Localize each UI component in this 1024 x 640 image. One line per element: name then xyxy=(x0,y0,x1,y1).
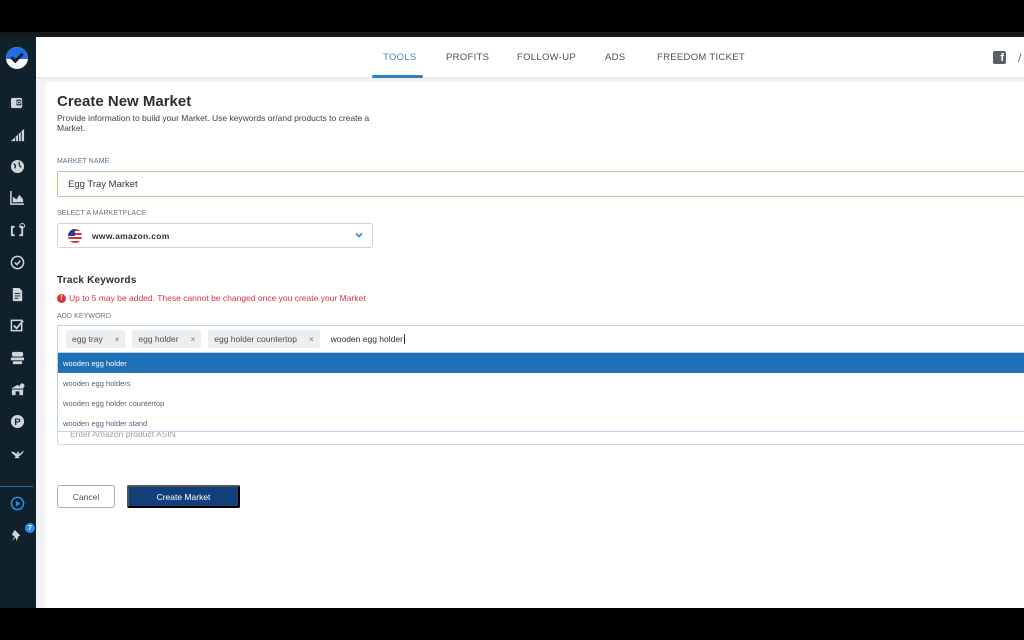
tab-freedom-ticket[interactable]: FREEDOM TICKET xyxy=(657,52,745,63)
tab-follow-up[interactable]: FOLLOW-UP xyxy=(517,52,576,63)
p-circle-icon[interactable]: P xyxy=(9,413,26,430)
create-market-card: Create New Market Provide information to… xyxy=(45,82,1024,608)
keyword-text-input[interactable]: wooden egg holder xyxy=(331,334,405,344)
suggestion-item[interactable]: wooden egg holder stand xyxy=(58,413,1024,433)
remove-chip-icon[interactable]: × xyxy=(309,335,314,344)
market-name-input[interactable]: Egg Tray Market xyxy=(57,171,1024,197)
page-subtitle: Provide information to build your Market… xyxy=(57,113,370,133)
tab-tools[interactable]: TOOLS xyxy=(383,52,417,63)
marketplace-select[interactable]: www.amazon.com xyxy=(57,223,373,248)
page-title: Create New Market xyxy=(57,93,192,110)
keyword-limit-warning: ! Up to 5 may be added. These cannot be … xyxy=(57,293,366,303)
chip-label: egg holder countertop xyxy=(214,334,297,344)
tab-profits[interactable]: PROFITS xyxy=(446,52,489,63)
keyword-input-box[interactable]: egg tray × egg holder × egg holder count… xyxy=(57,325,1024,353)
screen-bottom-bezel xyxy=(0,608,1024,640)
document-icon[interactable] xyxy=(9,286,26,303)
genie-lamp-icon[interactable] xyxy=(9,444,26,461)
chip-label: egg tray xyxy=(72,334,103,344)
track-keywords-heading: Track Keywords xyxy=(57,275,137,286)
cancel-button[interactable]: Cancel xyxy=(57,485,115,508)
keyword-chip: egg tray × xyxy=(66,330,126,348)
notification-badge: 7 xyxy=(25,523,35,533)
check-circle-icon[interactable] xyxy=(9,254,26,271)
marketplace-label: SELECT A MARKETPLACE xyxy=(57,210,147,217)
add-keyword-label: ADD KEYWORD xyxy=(57,313,111,320)
tracker-icon[interactable] xyxy=(9,222,26,239)
checkbox-icon[interactable] xyxy=(9,317,26,334)
main-area: TOOLS PROFITS FOLLOW-UP ADS FREEDOM TICK… xyxy=(36,37,1024,608)
svg-text:P: P xyxy=(14,417,20,427)
chip-label: egg holder xyxy=(138,334,179,344)
top-nav: TOOLS PROFITS FOLLOW-UP ADS FREEDOM TICK… xyxy=(36,37,1024,79)
sidebar: P 7 xyxy=(0,37,36,608)
alert-icon: ! xyxy=(57,293,66,303)
facebook-icon[interactable]: f xyxy=(993,51,1006,64)
globe-icon[interactable] xyxy=(9,158,26,175)
suggestion-item[interactable]: wooden egg holders xyxy=(58,373,1024,393)
product-research-icon[interactable] xyxy=(9,94,26,111)
analytics-chart-icon[interactable] xyxy=(9,189,26,206)
tab-ads[interactable]: ADS xyxy=(605,52,625,63)
helium10-logo[interactable] xyxy=(6,47,28,69)
sidebar-divider xyxy=(0,486,33,487)
active-tab-indicator xyxy=(372,75,423,78)
us-flag-icon xyxy=(68,228,82,243)
remove-chip-icon[interactable]: × xyxy=(191,335,196,344)
market-name-label: MARKET NAME xyxy=(57,158,110,165)
keyword-chip: egg holder × xyxy=(132,330,202,348)
user-icon[interactable]: / xyxy=(1018,51,1024,65)
keyword-rank-icon[interactable] xyxy=(9,126,26,143)
screen-top-bezel xyxy=(0,0,1024,37)
remove-chip-icon[interactable]: × xyxy=(115,335,120,344)
inventory-icon[interactable] xyxy=(9,381,26,398)
play-circle-icon[interactable] xyxy=(9,495,26,512)
marketplace-value: www.amazon.com xyxy=(92,230,170,241)
warning-text: Up to 5 may be added. These cannot be ch… xyxy=(69,293,366,303)
create-market-button[interactable]: Create Market xyxy=(127,485,240,508)
suggestion-item[interactable]: wooden egg holder xyxy=(58,353,1024,373)
pin-icon[interactable]: 7 xyxy=(9,523,35,544)
suggestion-item[interactable]: wooden egg holder countertop xyxy=(58,393,1024,413)
keyword-chip: egg holder countertop × xyxy=(208,330,320,348)
chevron-down-icon xyxy=(355,232,363,238)
listing-icon[interactable] xyxy=(9,349,26,366)
keyword-suggestions-dropdown: wooden egg holder wooden egg holders woo… xyxy=(57,352,1024,432)
